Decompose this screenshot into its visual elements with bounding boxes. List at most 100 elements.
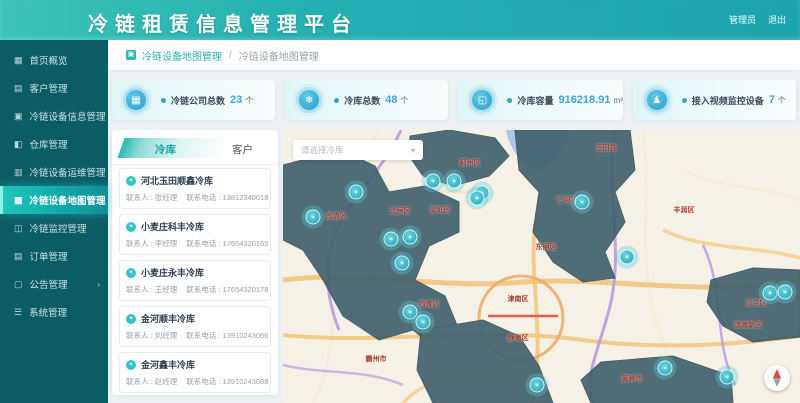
cold-storage-name: 小麦庄永丰冷库 <box>141 266 204 279</box>
stat-value: 23 <box>230 94 242 106</box>
list-item[interactable]: ✶小麦庄科丰冷库联系人 : 李经理联系电话 : 17654320165 <box>119 214 271 255</box>
snowflake-icon: ✶ <box>126 314 136 324</box>
list-item[interactable]: ✶ 金河顺丰冷库联系人 : 刘经理联系电话 : 13910243066 <box>119 306 271 347</box>
cold-storage-marker[interactable]: ✶ <box>306 210 321 225</box>
chevron-down-icon: ▾ <box>411 146 415 155</box>
tab-customer[interactable]: 客户 <box>232 142 253 157</box>
header-bar: 冷链租赁信息管理平台 管理员 退出 <box>0 0 800 40</box>
cold-storage-marker[interactable]: ✶ <box>403 305 418 320</box>
sidebar-item-label: 系统管理 <box>29 305 67 319</box>
cold-storage-select[interactable]: 请选择冷库 ▾ <box>293 140 423 160</box>
breadcrumb-parent[interactable]: 冷链设备地图管理 <box>142 48 222 63</box>
bullet-dot-icon <box>507 98 512 103</box>
sidebar-item-label: 仓库管理 <box>30 137 68 151</box>
cold-storage-marker[interactable]: ✶ <box>416 315 431 330</box>
stat-card: ◱冷库容量916218.91m³ <box>458 80 622 120</box>
sidebar-item-map[interactable]: ▩冷链设备地图管理 <box>0 186 108 214</box>
list-item-head: ✶ 金河鑫丰冷库 <box>126 358 264 371</box>
sidebar: ▦首页概览 ▤ 客户管理 ▣冷链设备信息管理◧仓库管理 ▥ 冷链设备运维管理 ▩冷链设备地图… <box>0 40 108 403</box>
sidebar-item-label: 冷链设备信息管理 <box>30 109 106 123</box>
cold-storage-marker[interactable]: ✶ <box>447 174 462 189</box>
cold-storage-marker[interactable]: ✶ <box>426 174 441 189</box>
cold-storage-marker[interactable]: ✶ <box>778 285 793 300</box>
sidebar-item-customer[interactable]: ▤ 客户管理 <box>0 74 108 102</box>
tab-cold-storage[interactable]: 冷库 <box>155 142 176 157</box>
sidebar-item-notice[interactable]: ▢公告管理› <box>0 270 108 298</box>
logout-link[interactable]: 退出 <box>768 13 786 26</box>
maintenance-icon: ▥ <box>14 167 23 178</box>
sidebar-item-device-info[interactable]: ▣冷链设备信息管理 <box>0 102 108 130</box>
cold-storage-marker[interactable]: ✶ <box>395 256 410 271</box>
cold-storage-marker[interactable]: ✶ <box>658 361 673 376</box>
list-item[interactable]: ✶ 金河鑫丰冷库联系人 : 赵经理联系电话 : 13910243088 <box>119 352 271 393</box>
compass-control[interactable] <box>764 365 790 391</box>
district-label: 武清区 <box>326 211 347 221</box>
sidebar-item-home[interactable]: ▦首页概览 <box>0 46 108 74</box>
list-item-info: 联系人 : 李经理联系电话 : 17654320165 <box>126 238 264 249</box>
cold-storage-marker[interactable]: ✶ <box>720 370 735 385</box>
camera-user-icon: ♟ <box>641 84 673 116</box>
cold-storage-marker[interactable]: ✶ <box>763 286 778 301</box>
sidebar-item-label: 订单管理 <box>30 249 68 263</box>
stat-card-row: ▦冷链公司总数23个❄冷库总数48个◱冷库容量916218.91m³♟接入视频监… <box>112 80 796 120</box>
district-label: 滨海新区 <box>734 320 762 330</box>
sidebar-item-order[interactable]: ▤ 订单管理 <box>0 242 108 270</box>
list-item-info: 联系人 : 张经理联系电话 : 13812340018 <box>126 192 264 203</box>
district-label: 玉田县 <box>596 143 617 153</box>
company-icon: ▦ <box>120 84 152 116</box>
stat-unit: 个 <box>245 95 253 106</box>
list-item[interactable]: ✶河北玉田顺鑫冷库联系人 : 张经理联系电话 : 13812340018 <box>119 168 271 209</box>
contact-phone: 联系电话 : 13910243066 <box>186 330 268 341</box>
sidebar-item-monitor[interactable]: ◫冷链监控管理 <box>0 214 108 242</box>
district-label: 津南区 <box>508 294 529 304</box>
chevron-right-icon: › <box>97 280 100 289</box>
snowflake-icon: ✶ <box>126 176 136 186</box>
sidebar-item-label: 公告管理 <box>30 277 68 291</box>
cold-storage-marker[interactable]: ✶ <box>470 191 485 206</box>
contact-phone: 联系电话 : 13910243088 <box>186 376 268 387</box>
stat-value: 48 <box>385 94 397 106</box>
user-name[interactable]: 管理员 <box>729 13 756 26</box>
snowflake-icon: ✶ <box>126 360 136 370</box>
district-label: 黄骅市 <box>622 374 643 384</box>
sidebar-item-maintenance[interactable]: ▥ 冷链设备运维管理 <box>0 158 108 186</box>
stat-label: 接入视频监控设备 <box>692 94 764 107</box>
map-icon: ▩ <box>14 195 23 206</box>
company-icon-glyph: ▦ <box>126 90 146 110</box>
cold-storage-marker[interactable]: ✶ <box>403 230 418 245</box>
list-item-info: 联系人 : 刘经理联系电话 : 13910243066 <box>126 330 264 341</box>
contact-phone: 联系电话 : 13812340018 <box>186 192 268 203</box>
stat-value: 7 <box>769 94 775 106</box>
stat-card: ♟接入视频监控设备7个 <box>633 80 796 120</box>
app-window: 冷链租赁信息管理平台 管理员 退出 ▦首页概览 ▤ 客户管理 ▣冷链设备信息管理◧仓库… <box>0 0 800 403</box>
order-icon: ▤ <box>14 251 23 262</box>
sidebar-item-system[interactable]: ☰系统管理 <box>0 298 108 326</box>
cold-storage-marker[interactable]: ✶ <box>530 378 545 393</box>
camera-user-icon-glyph: ♟ <box>647 90 667 110</box>
cold-storage-marker[interactable]: ✶ <box>384 232 399 247</box>
stat-label: 冷库容量 <box>517 94 553 107</box>
map-canvas[interactable]: 武清区北辰区宝坻区蓟州区玉田县宁河区东丽区津南区西青区静海区霸州市滨海新区汉沽区… <box>283 130 800 403</box>
contact-person: 联系人 : 刘经理 <box>126 330 177 341</box>
district-label: 静海区 <box>508 333 529 343</box>
cold-storage-icon: ❄ <box>293 84 325 116</box>
sidebar-item-warehouse[interactable]: ◧仓库管理 <box>0 130 108 158</box>
customer-icon: ▤ <box>14 83 23 94</box>
cold-storage-list: ✶河北玉田顺鑫冷库联系人 : 张经理联系电话 : 13812340018✶小麦庄… <box>119 168 271 395</box>
map-base-layer <box>283 130 800 403</box>
page-title: 冷链租赁信息管理平台 <box>88 8 358 37</box>
contact-person: 联系人 : 赵经理 <box>126 376 177 387</box>
list-item-head: ✶小麦庄永丰冷库 <box>126 266 264 279</box>
capacity-icon: ◱ <box>466 84 498 116</box>
sidebar-item-label: 冷链设备运维管理 <box>30 165 106 179</box>
cold-storage-name: 金河鑫丰冷库 <box>141 358 195 371</box>
panel-tabs: 冷库 客户 <box>119 138 271 160</box>
cold-storage-marker[interactable]: ✶ <box>620 250 635 265</box>
list-item[interactable]: ✶小麦庄永丰冷库联系人 : 王经理联系电话 : 17654320178 <box>119 260 271 301</box>
contact-person: 联系人 : 王经理 <box>126 284 177 295</box>
sidebar-item-label: 客户管理 <box>30 81 68 95</box>
list-item-info: 联系人 : 王经理联系电话 : 17654320178 <box>126 284 264 295</box>
cold-storage-marker[interactable]: ✶ <box>349 185 364 200</box>
cold-storage-marker[interactable]: ✶ <box>575 195 590 210</box>
cold-storage-name: 金河顺丰冷库 <box>141 312 195 325</box>
